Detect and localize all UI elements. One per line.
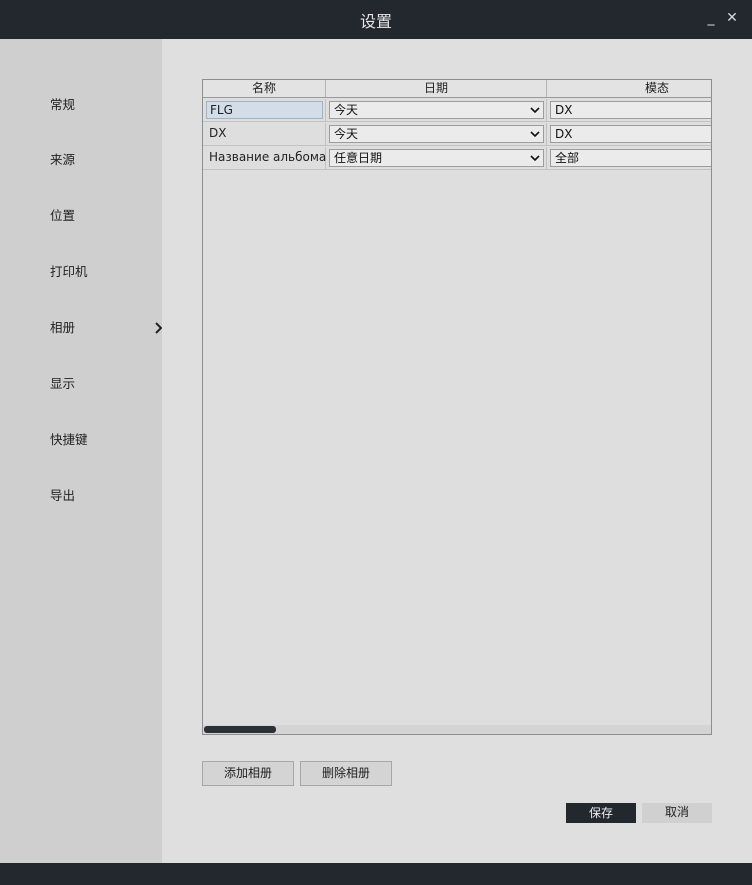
name-cell[interactable]: Название альбома — [203, 147, 326, 170]
date-cell: 今天 — [326, 123, 547, 146]
modality-cell: 全部 — [547, 147, 711, 170]
date-cell: 任意日期 — [326, 147, 547, 170]
name-cell[interactable]: DX — [203, 123, 326, 146]
modality-cell: DX — [547, 99, 711, 122]
add-album-button[interactable]: 添加相册 — [202, 761, 294, 786]
date-cell: 今天 — [326, 99, 547, 122]
title-bar: 设置 _ ✕ — [0, 0, 752, 39]
table-row[interactable]: DX 今天 DX — [203, 123, 711, 146]
sidebar-item-export[interactable]: 导出 — [50, 486, 140, 506]
date-select[interactable]: 今天 — [329, 101, 544, 119]
table-header: 名称 日期 模态 — [203, 80, 711, 98]
minimize-button[interactable]: _ — [704, 10, 718, 26]
table-row[interactable]: FLG 今天 DX — [203, 99, 711, 122]
sidebar-item-general[interactable]: 常规 — [50, 95, 140, 115]
album-name: Название альбома — [209, 150, 327, 164]
settings-sidebar: 常规 来源 位置 打印机 相册 显示 快捷键 导出 — [0, 39, 163, 863]
date-select-value: 今天 — [334, 103, 359, 117]
albums-table: 名称 日期 模态 FLG 今天 DX DX 今天 DX Название аль… — [202, 79, 712, 735]
modality-cell: DX — [547, 123, 711, 146]
chevron-down-icon — [530, 155, 540, 162]
sidebar-item-sources[interactable]: 来源 — [50, 150, 140, 170]
name-cell[interactable]: FLG — [203, 99, 326, 122]
date-select-value: 任意日期 — [334, 151, 383, 165]
modality-field[interactable]: DX — [550, 101, 711, 119]
column-header-name[interactable]: 名称 — [203, 80, 326, 97]
modality-field[interactable]: DX — [550, 125, 711, 143]
album-name: DX — [209, 126, 227, 140]
sidebar-item-shortcuts[interactable]: 快捷键 — [50, 430, 140, 450]
sidebar-item-albums-label: 相册 — [50, 320, 76, 335]
date-select[interactable]: 任意日期 — [329, 149, 544, 167]
column-header-date[interactable]: 日期 — [326, 80, 547, 97]
delete-album-button[interactable]: 删除相册 — [300, 761, 392, 786]
sidebar-item-printer[interactable]: 打印机 — [50, 262, 140, 282]
sidebar-item-display[interactable]: 显示 — [50, 374, 140, 394]
chevron-down-icon — [530, 107, 540, 114]
window-title: 设置 — [359, 12, 392, 31]
horizontal-scrollbar[interactable] — [203, 725, 711, 734]
album-name-input[interactable]: FLG — [206, 101, 323, 119]
date-select[interactable]: 今天 — [329, 125, 544, 143]
scrollbar-thumb[interactable] — [204, 726, 276, 733]
table-row[interactable]: Название альбома 任意日期 全部 — [203, 147, 711, 170]
modality-field[interactable]: 全部 — [550, 149, 711, 167]
column-header-modality[interactable]: 模态 — [547, 80, 711, 97]
close-button[interactable]: ✕ — [725, 10, 739, 26]
date-select-value: 今天 — [334, 127, 359, 141]
cancel-button[interactable]: 取消 — [642, 803, 712, 823]
chevron-down-icon — [530, 131, 540, 138]
sidebar-item-location[interactable]: 位置 — [50, 206, 140, 226]
status-bar — [0, 863, 752, 885]
save-button[interactable]: 保存 — [566, 803, 636, 823]
sidebar-item-albums[interactable]: 相册 — [50, 318, 163, 338]
